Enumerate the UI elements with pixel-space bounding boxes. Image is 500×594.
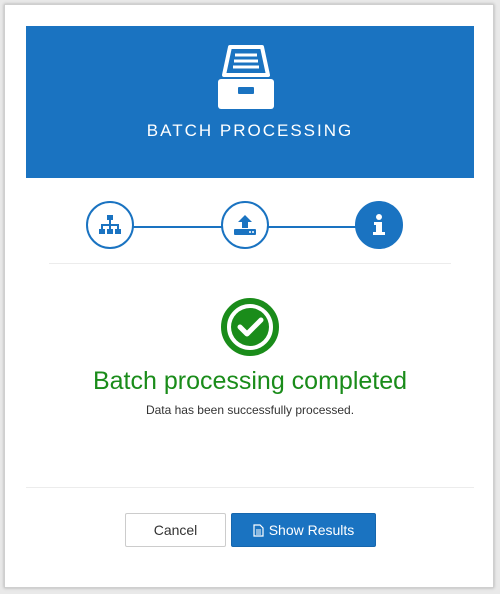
upload-icon bbox=[234, 215, 256, 235]
show-results-button-label: Show Results bbox=[268, 522, 355, 538]
success-title: Batch processing completed bbox=[92, 367, 408, 395]
step-info[interactable] bbox=[355, 201, 403, 249]
divider bbox=[49, 263, 451, 264]
batch-processing-dialog: BATCH PROCESSING Batch processing comple… bbox=[4, 4, 494, 588]
file-text-icon bbox=[253, 523, 264, 537]
cancel-button[interactable]: Cancel bbox=[125, 513, 226, 547]
step-connector bbox=[267, 226, 357, 228]
dialog-header: BATCH PROCESSING bbox=[26, 26, 474, 178]
divider bbox=[26, 487, 474, 488]
success-message: Data has been successfully processed. bbox=[145, 403, 355, 417]
sitemap-icon bbox=[99, 215, 121, 234]
show-results-button[interactable]: Show Results bbox=[231, 513, 376, 547]
cancel-button-label: Cancel bbox=[153, 522, 198, 538]
check-circle-icon bbox=[221, 298, 279, 356]
progress-stepper bbox=[5, 201, 495, 255]
info-icon bbox=[373, 214, 385, 235]
step-upload[interactable] bbox=[221, 201, 269, 249]
step-connector bbox=[133, 226, 225, 228]
step-structure[interactable] bbox=[86, 201, 134, 249]
page-title: BATCH PROCESSING bbox=[146, 121, 354, 140]
file-cabinet-icon bbox=[218, 45, 274, 109]
